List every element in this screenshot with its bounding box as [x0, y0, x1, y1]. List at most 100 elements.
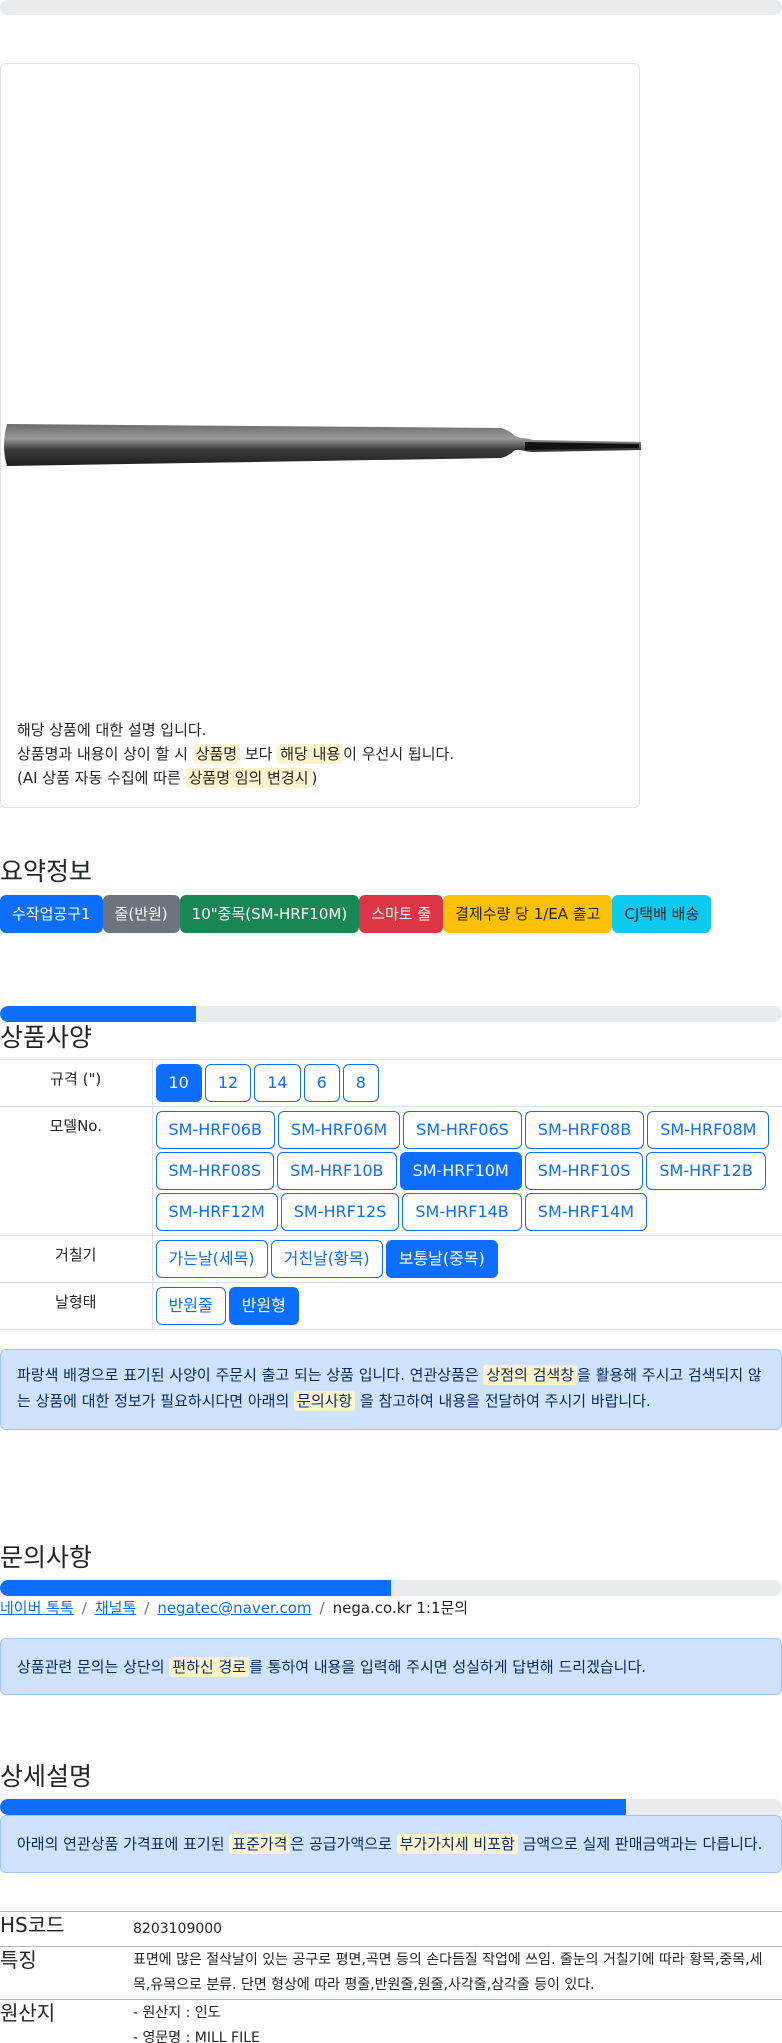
spec-option-button[interactable]: 10	[155, 1064, 202, 1102]
alert-text: 상품관련 문의는 상단의	[17, 1658, 170, 1676]
spec-label-roughness: 거칠기	[0, 1235, 153, 1283]
summary-badge: 줄(반원)	[102, 895, 180, 933]
spec-options: SM-HRF06B SM-HRF06M SM-HRF06S SM-HRF08B SM-H…	[155, 1111, 780, 1231]
hs-code-value: 8203109000	[133, 1911, 782, 1947]
half-round-file-image	[4, 424, 641, 466]
spec-values-model: SM-HRF06B SM-HRF06M SM-HRF06S SM-HRF08B SM-H…	[152, 1106, 782, 1236]
highlight-content: 해당 내용	[277, 744, 344, 764]
spec-option-button[interactable]: 12	[204, 1064, 252, 1102]
spec-option-button[interactable]: SM-HRF08S	[155, 1152, 275, 1190]
spec-option-button[interactable]: 반원형	[228, 1287, 299, 1325]
detail-info-alert: 아래의 연관상품 가격표에 표기된 표준가격 은 공급가액으로 부가가치세 비포함…	[0, 1815, 782, 1873]
hs-code-label: HS코드	[0, 1911, 133, 1947]
spec-option-button[interactable]: SM-HRF10S	[524, 1152, 644, 1190]
spec-option-button[interactable]: SM-HRF08B	[524, 1111, 645, 1149]
highlight-route: 편하신 경로	[169, 1657, 250, 1677]
detail-table: HS코드 8203109000 특징 표면에 많은 절삭날이 있는 공구로 평면…	[0, 1911, 782, 2043]
inquiry-breadcrumb: 네이버 톡톡 / 채널톡 / negatec@naver.com / nega.co.kr …	[0, 1597, 468, 1618]
breadcrumb-separator: /	[144, 1599, 150, 1617]
detail-progress	[0, 1799, 782, 1815]
spec-option-button[interactable]: SM-HRF06B	[155, 1111, 275, 1149]
spec-option-button[interactable]: SM-HRF06S	[403, 1111, 522, 1149]
alert-text: 아래의 연관상품 가격표에 표기된	[17, 1835, 230, 1853]
detail-row-feature: 특징 표면에 많은 절삭날이 있는 공구로 평면,곡면 등의 손다듬질 작업에 …	[0, 1946, 782, 2000]
alert-text: 은 공급가액으로	[290, 1835, 397, 1853]
alert-text: 을 참고하여 내용을 전달하여 주시기 바랍니다.	[355, 1392, 651, 1410]
spec-label-blade-shape: 날형태	[0, 1282, 153, 1330]
highlight-product-name: 상품명	[192, 744, 241, 764]
link-naver-talk[interactable]: 네이버 톡톡	[0, 1599, 74, 1617]
detail-row-origin: 원산지 - 원산지 : 인도 - 영문명 : MILL FILE	[0, 1999, 782, 2043]
spec-option-button[interactable]: SM-HRF14M	[524, 1193, 648, 1231]
spec-option-button[interactable]: SM-HRF14B	[402, 1193, 522, 1231]
feature-label: 특징	[0, 1946, 133, 2000]
product-image-card: 해당 상품에 대한 설명 입니다. 상품명과 내용이 상이 할 시 상품명 보다…	[0, 63, 641, 808]
summary-badge: 수작업공구1	[0, 895, 103, 933]
spec-values-size: 10 12 14 6 8	[152, 1059, 782, 1107]
origin-label: 원산지	[0, 1999, 133, 2043]
detail-row-hs: HS코드 8203109000	[0, 1911, 782, 1947]
alert-text: 파랑색 배경으로 표기된 사양이 주문시 출고 되는 상품 입니다. 연관상품은	[17, 1366, 484, 1384]
highlight-store-search: 상점의 검색창	[483, 1365, 578, 1385]
spec-option-button[interactable]: 반원줄	[155, 1287, 226, 1325]
spec-option-button[interactable]: SM-HRF10B	[277, 1152, 397, 1190]
spec-option-button[interactable]: SM-HRF08M	[647, 1111, 770, 1149]
origin-line-2: - 영문명 : MILL FILE	[133, 2030, 260, 2043]
detail-progress-fill	[0, 1799, 626, 1815]
spec-row-size: 규격 (") 10 12 14 6 8	[0, 1059, 782, 1107]
spec-row-blade-shape: 날형태 반원줄 반원형	[0, 1282, 782, 1330]
notice-text: 이 우선시 됩니다.	[343, 745, 455, 763]
spec-info-alert: 파랑색 배경으로 표기된 사양이 주문시 출고 되는 상품 입니다. 연관상품은…	[0, 1349, 782, 1430]
summary-badge: 10"중목(SM-HRF10M)	[179, 895, 360, 933]
highlight-inquiry: 문의사항	[294, 1391, 356, 1411]
inquiry-title: 문의사항	[0, 1543, 93, 1572]
breadcrumb-separator: /	[81, 1599, 87, 1617]
spec-option-button[interactable]: 8	[342, 1064, 379, 1102]
spec-option-button[interactable]: 14	[254, 1064, 301, 1102]
breadcrumb-current: nega.co.kr 1:1문의	[332, 1599, 469, 1617]
spec-options: 가는날(세목) 거친날(황목) 보통날(중목)	[155, 1240, 780, 1278]
link-email[interactable]: negatec@naver.com	[157, 1599, 311, 1617]
spec-table: 규격 (") 10 12 14 6 8 모델No. SM-HRF06B SM-HRF06M SM-…	[0, 1059, 782, 1330]
origin-line-1: - 원산지 : 인도	[133, 2005, 221, 2021]
spec-progress	[0, 1006, 782, 1022]
spec-option-button[interactable]: SM-HRF12B	[646, 1152, 766, 1190]
notice-text: )	[311, 769, 318, 787]
spec-option-button[interactable]: 보통날(중목)	[385, 1240, 498, 1278]
spec-label-model: 모델No.	[0, 1106, 153, 1236]
spec-option-button[interactable]: 가는날(세목)	[155, 1240, 268, 1278]
top-progress-bar	[0, 0, 782, 15]
spec-values-blade-shape: 반원줄 반원형	[152, 1282, 782, 1330]
notice-line-2: 상품명과 내용이 상이 할 시 상품명 보다 해당 내용 이 우선시 됩니다.	[17, 742, 454, 766]
summary-badges: 수작업공구1 줄(반원) 10"중목(SM-HRF10M) 스마토 줄 결제수량 당 1…	[0, 895, 712, 933]
feature-value: 표면에 많은 절삭날이 있는 공구로 평면,곡면 등의 손다듬질 작업에 쓰임.…	[133, 1946, 782, 2000]
inquiry-progress	[0, 1580, 782, 1596]
summary-title: 요약정보	[0, 857, 93, 886]
spec-option-button[interactable]: SM-HRF12S	[280, 1193, 400, 1231]
breadcrumb-separator: /	[319, 1599, 325, 1617]
spec-row-roughness: 거칠기 가는날(세목) 거친날(황목) 보통날(중목)	[0, 1235, 782, 1283]
notice-text: (AI 상품 자동 수집에 따른	[17, 769, 186, 787]
spec-option-button[interactable]: 거친날(황목)	[270, 1240, 383, 1278]
notice-text: 상품명과 내용이 상이 할 시	[17, 745, 193, 763]
spec-label-size: 규격 (")	[0, 1059, 153, 1107]
alert-text: 를 통하여 내용을 입력해 주시면 성실하게 답변해 드리겠습니다.	[249, 1658, 647, 1676]
link-channel-talk[interactable]: 채널톡	[95, 1599, 136, 1617]
detail-title: 상세설명	[0, 1762, 93, 1791]
spec-values-roughness: 가는날(세목) 거친날(황목) 보통날(중목)	[152, 1235, 782, 1283]
spec-row-model: 모델No. SM-HRF06B SM-HRF06M SM-HRF06S SM-HRF08…	[0, 1106, 782, 1236]
highlight-vat-excluded: 부가가치세 비포함	[396, 1834, 518, 1854]
highlight-name-change: 상품명 임의 변경시	[185, 768, 312, 788]
highlight-standard-price: 표준가격	[229, 1834, 291, 1854]
notice-line-1: 해당 상품에 대한 설명 입니다.	[17, 721, 207, 739]
spec-option-button[interactable]: SM-HRF10M	[399, 1152, 522, 1190]
summary-badge: 스마토 줄	[359, 895, 444, 933]
alert-text: 금액으로 실제 판매금액과는 다릅니다.	[517, 1835, 763, 1853]
summary-badge: CJ택배 배송	[612, 895, 712, 933]
spec-option-button[interactable]: SM-HRF12M	[155, 1193, 278, 1231]
inquiry-info-alert: 상품관련 문의는 상단의 편하신 경로 를 통하여 내용을 입력해 주시면 성실하…	[0, 1638, 782, 1695]
spec-option-button[interactable]: 6	[303, 1064, 340, 1102]
notice-text: 보다	[240, 745, 278, 763]
spec-option-button[interactable]: SM-HRF06M	[277, 1111, 401, 1149]
origin-value: - 원산지 : 인도 - 영문명 : MILL FILE	[133, 1999, 782, 2043]
